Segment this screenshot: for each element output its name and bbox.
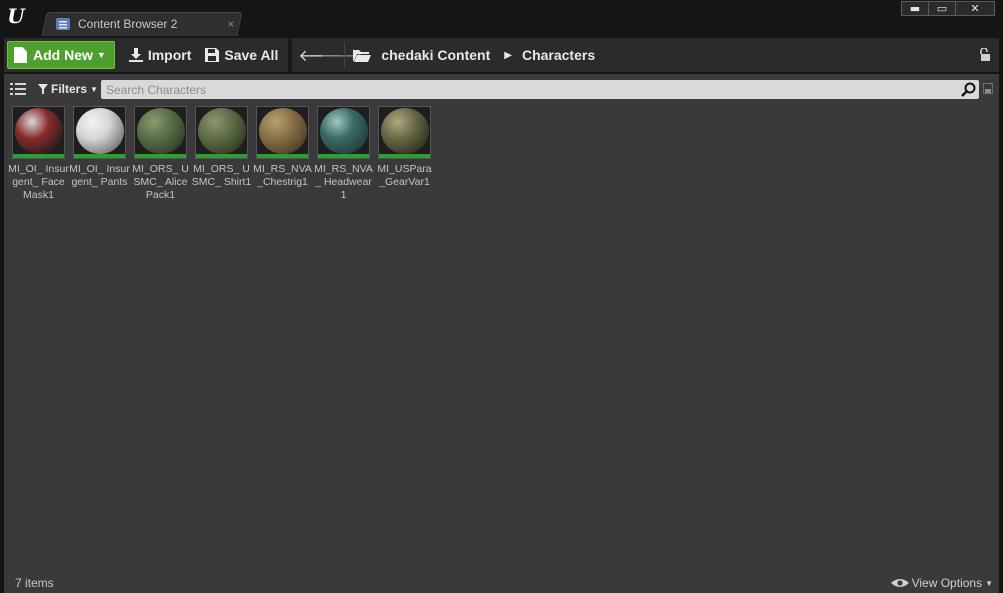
asset-name: MI_ORS_ USMC_ Shirt1: [191, 163, 252, 188]
new-document-icon: [14, 47, 27, 63]
asset-type-bar: [257, 154, 308, 158]
asset-grid: MI_OI_ Insurgent_ FaceMask1 MI_OI_ Insurg…: [8, 106, 435, 202]
material-thumbnail: [256, 106, 309, 159]
item-count: 7 items: [15, 576, 54, 590]
breadcrumb-root[interactable]: chedaki Content: [381, 47, 490, 63]
folder-icon: [353, 49, 372, 62]
save-all-button[interactable]: Save All: [205, 41, 278, 69]
tab-close-icon[interactable]: ×: [224, 17, 238, 31]
asset-tile[interactable]: MI_RS_NVA _Chestrig1: [252, 106, 313, 202]
close-button[interactable]: ✕: [955, 1, 995, 16]
add-new-label: Add New: [33, 47, 93, 63]
chevron-down-icon: ▼: [985, 578, 993, 588]
tab-title: Content Browser 2: [78, 17, 178, 31]
material-sphere-preview: [15, 108, 63, 154]
chevron-down-icon: ▼: [96, 50, 106, 60]
filter-icon: [38, 84, 48, 94]
toolbar: Add New ▼ Import Save All 🡐 🡒 chedaki Co…: [4, 38, 999, 72]
asset-name: MI_RS_NVA _ Headwear1: [314, 163, 373, 201]
asset-tile[interactable]: MI_ORS_ USMC_ AlicePack1: [130, 106, 191, 202]
material-thumbnail: [195, 106, 248, 159]
asset-tile[interactable]: MI_USPara _GearVar1: [374, 106, 435, 202]
search-input[interactable]: [101, 80, 979, 99]
save-icon: [205, 48, 220, 62]
asset-tile[interactable]: MI_OI_ Insurgent_ FaceMask1: [8, 106, 69, 202]
material-sphere-preview: [137, 108, 185, 154]
material-sphere-preview: [76, 108, 124, 154]
breadcrumb-current[interactable]: Characters: [522, 47, 595, 63]
material-thumbnail: [73, 106, 126, 159]
asset-type-bar: [379, 154, 430, 158]
asset-panel: Filters ▼ MI_OI_ Insurgent_ FaceMask1MI_…: [4, 74, 999, 593]
status-bar: 7 items View Options ▼: [4, 573, 999, 593]
download-icon: [128, 48, 143, 62]
sources-toggle-icon[interactable]: [10, 82, 26, 96]
save-search-icon[interactable]: [983, 83, 993, 94]
content-browser-window: U Content Browser 2 × ▬ ▭ ✕ Add New ▼ Im…: [0, 0, 1003, 593]
lock-icon[interactable]: [979, 48, 991, 62]
import-button[interactable]: Import: [128, 41, 192, 69]
chevron-down-icon: ▼: [90, 84, 98, 94]
material-thumbnail: [378, 106, 431, 159]
asset-type-bar: [13, 154, 64, 158]
view-options-label: View Options: [911, 576, 983, 590]
toolbar-separator: [288, 38, 293, 72]
title-bar: U Content Browser 2 × ▬ ▭ ✕: [0, 0, 1003, 38]
asset-type-bar: [135, 154, 186, 158]
filters-dropdown[interactable]: Filters ▼: [38, 82, 98, 96]
asset-tile[interactable]: MI_RS_NVA _ Headwear1: [313, 106, 374, 202]
save-all-label: Save All: [224, 47, 279, 63]
asset-type-bar: [196, 154, 247, 158]
material-thumbnail: [317, 106, 370, 159]
view-options-button[interactable]: View Options ▼: [890, 576, 993, 590]
search-icon[interactable]: [961, 82, 976, 97]
minimize-button[interactable]: ▬: [901, 1, 929, 16]
asset-name: MI_USPara _GearVar1: [377, 163, 432, 188]
asset-type-bar: [318, 154, 369, 158]
forward-arrow-icon[interactable]: 🡒: [320, 45, 363, 65]
eye-icon: [890, 579, 909, 587]
window-controls: ▬ ▭ ✕: [901, 1, 995, 16]
back-arrow-icon[interactable]: 🡐: [298, 45, 341, 65]
unreal-logo-icon: U: [7, 4, 25, 28]
tab-content-browser[interactable]: Content Browser 2 ×: [56, 12, 238, 36]
material-thumbnail: [134, 106, 187, 159]
asset-name: MI_ORS_ USMC_ AlicePack1: [132, 163, 189, 201]
asset-name: MI_RS_NVA _Chestrig1: [253, 163, 312, 188]
asset-tile[interactable]: MI_ORS_ USMC_ Shirt1: [191, 106, 252, 202]
import-label: Import: [147, 47, 192, 63]
add-new-button[interactable]: Add New ▼: [7, 41, 115, 69]
material-sphere-preview: [381, 108, 429, 154]
material-sphere-preview: [320, 108, 368, 154]
material-sphere-preview: [198, 108, 246, 154]
asset-name: MI_OI_ Insurgent_ FaceMask1: [8, 163, 69, 201]
maximize-button[interactable]: ▭: [928, 1, 956, 16]
path-divider: [344, 42, 346, 68]
filter-bar: Filters ▼: [4, 78, 999, 100]
filters-label: Filters: [51, 82, 88, 96]
asset-name: MI_OI_ Insurgent_ Pants: [69, 163, 130, 188]
asset-tile[interactable]: MI_OI_ Insurgent_ Pants: [69, 106, 130, 202]
breadcrumb-arrow-icon[interactable]: ▶: [504, 50, 512, 61]
search-box: [101, 80, 979, 99]
material-thumbnail: [12, 106, 65, 159]
content-browser-icon: [56, 18, 70, 30]
material-sphere-preview: [259, 108, 307, 154]
asset-type-bar: [74, 154, 125, 158]
